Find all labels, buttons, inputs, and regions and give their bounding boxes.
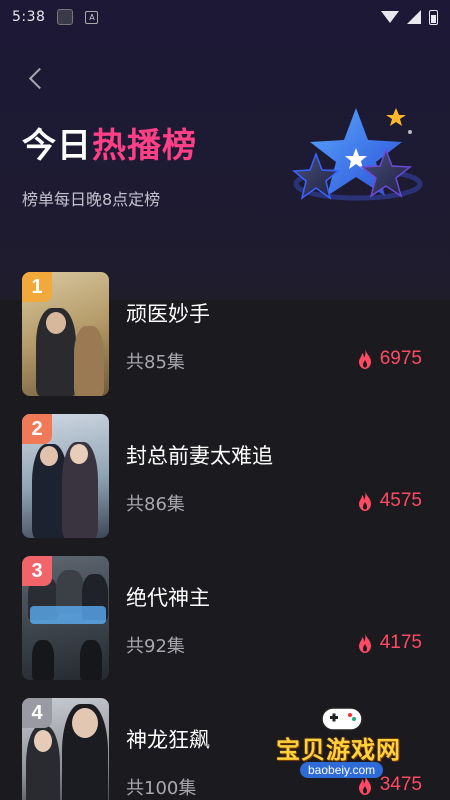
rank-badge: 1 [22,272,52,302]
heat-value: 6975 [379,348,422,369]
status-time: 5:38 [12,9,46,25]
rank-badge: 3 [22,556,52,586]
fire-icon [358,349,371,369]
watermark-logo: 宝贝游戏网 baobeiy.com [268,700,428,790]
ranking-item[interactable]: 3 绝代神主 共92集 4175 [0,556,450,680]
heat-value: 4575 [379,490,422,511]
notification-a-icon: A [85,10,99,24]
heat-score: 4175 [356,632,422,654]
stars-illustration-icon [292,108,423,201]
drama-cover[interactable]: 2 [22,414,109,538]
drama-title[interactable]: 绝代神主 [126,582,210,612]
rank-badge: 4 [22,698,52,728]
heat-score: 6975 [356,348,422,370]
status-indicators [381,9,438,25]
drama-cover[interactable]: 3 [22,556,109,680]
heat-value: 4175 [379,632,422,653]
title-part-today: 今日 [22,126,92,166]
episode-count: 共86集 [126,494,185,515]
fire-icon [358,633,371,653]
episode-count: 共100集 [126,778,197,799]
rank-badge: 2 [22,414,52,444]
signal-icon [407,10,421,24]
drama-cover[interactable]: 4 [22,698,109,800]
gamepad-icon [321,707,363,731]
drama-title[interactable]: 封总前妻太难追 [126,440,273,470]
page-subtitle: 榜单每日晚8点定榜 [22,190,161,209]
drama-title[interactable]: 顽医妙手 [126,298,210,328]
heat-score: 4575 [356,490,422,512]
wifi-icon [381,11,399,23]
ranking-item[interactable]: 2 封总前妻太难追 共86集 4575 [0,414,450,538]
episode-count: 共92集 [126,636,185,657]
battery-icon [429,9,438,25]
notification-app-icon [57,9,74,25]
episode-count: 共85集 [126,352,185,373]
watermark-text: 宝贝游戏网 [276,736,401,764]
watermark-url: baobeiy.com [300,762,384,778]
drama-title[interactable]: 神龙狂飙 [126,724,210,754]
ranking-item[interactable]: 1 顽医妙手 共85集 6975 [0,272,450,396]
drama-cover[interactable]: 1 [22,272,109,396]
page-title: 今日热播榜 [22,118,197,167]
status-bar: 5:38 A [0,0,450,34]
fire-icon [358,491,371,511]
back-button[interactable] [22,64,50,92]
title-part-hot: 热播榜 [92,126,197,166]
